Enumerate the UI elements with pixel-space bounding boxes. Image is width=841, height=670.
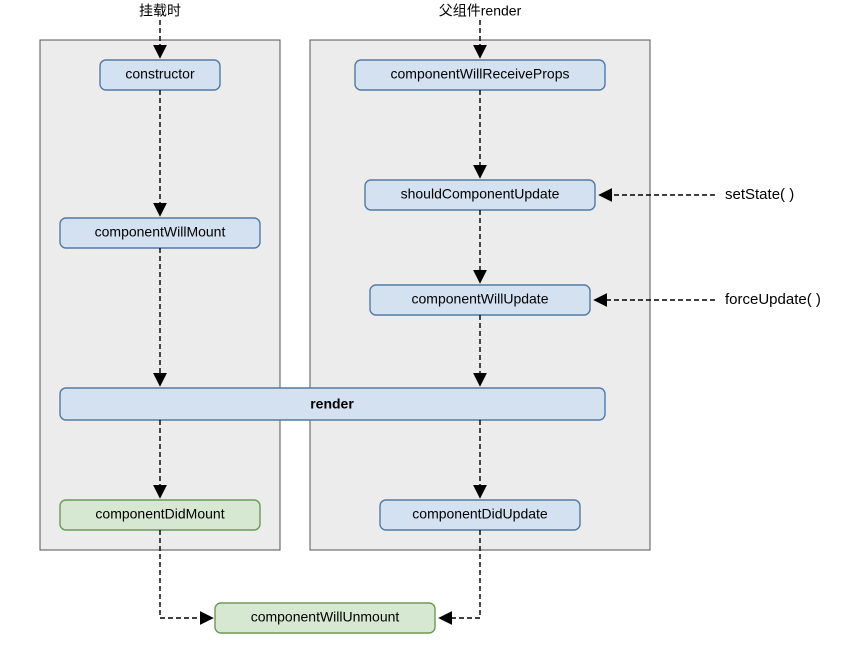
update-header: 父组件render [439, 3, 522, 19]
component-will-receive-props-label: componentWillReceiveProps [391, 66, 570, 82]
should-component-update-label: shouldComponentUpdate [401, 186, 560, 202]
component-will-update-label: componentWillUpdate [412, 291, 549, 307]
setstate-label: setState( ) [725, 186, 794, 203]
render-label: render [310, 396, 354, 412]
lifecycle-diagram: 挂载时 父组件render constructor componentWillM… [0, 0, 841, 670]
component-did-mount-label: componentDidMount [95, 506, 224, 522]
constructor-label: constructor [125, 66, 195, 82]
forceupdate-label: forceUpdate( ) [725, 291, 821, 308]
component-will-unmount-label: componentWillUnmount [251, 609, 400, 625]
mount-header: 挂载时 [139, 3, 181, 19]
component-will-mount-label: componentWillMount [95, 224, 226, 240]
component-did-update-label: componentDidUpdate [412, 506, 548, 522]
